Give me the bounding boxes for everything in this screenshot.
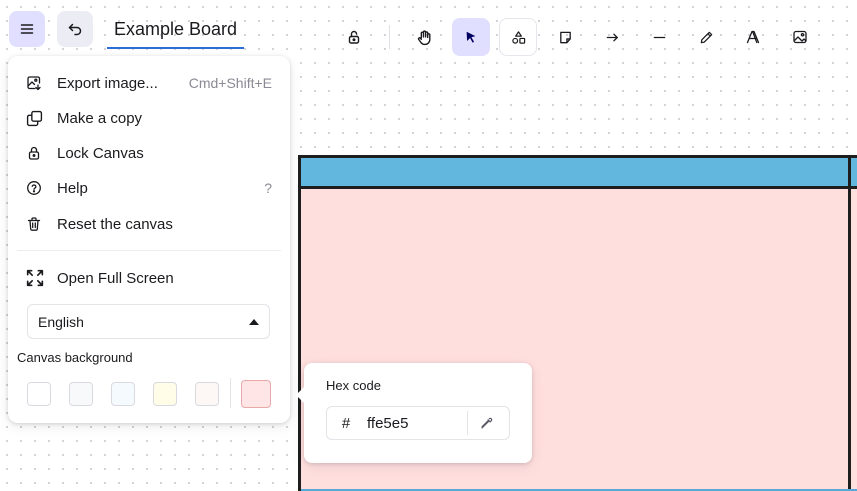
hex-code-input[interactable] bbox=[361, 414, 463, 432]
tool-bar bbox=[335, 17, 828, 57]
fullscreen-icon bbox=[26, 269, 48, 287]
menu-item-label: Make a copy bbox=[57, 109, 143, 127]
undo-icon bbox=[67, 21, 83, 37]
background-swatch-light-gray[interactable] bbox=[69, 382, 93, 406]
menu-item-label: Reset the canvas bbox=[57, 215, 173, 233]
background-swatch-white[interactable] bbox=[27, 382, 51, 406]
text-icon bbox=[745, 29, 761, 45]
background-swatch-light-blue[interactable] bbox=[111, 382, 135, 406]
menu-item-shortcut: ? bbox=[264, 180, 272, 196]
line-icon bbox=[652, 30, 667, 45]
hamburger-icon bbox=[19, 21, 35, 37]
hex-hash-prefix: # bbox=[341, 414, 351, 432]
line-tool-button[interactable] bbox=[640, 18, 678, 56]
help-circle-icon bbox=[26, 180, 48, 196]
shapes-icon bbox=[511, 30, 526, 45]
pencil-tool-button[interactable] bbox=[687, 18, 725, 56]
menu-item-reset-canvas[interactable]: Reset the canvas bbox=[26, 209, 272, 239]
hand-icon bbox=[416, 29, 433, 46]
menu-item-label: Lock Canvas bbox=[57, 144, 144, 162]
hex-code-field: # bbox=[326, 406, 510, 440]
menu-item-label: Open Full Screen bbox=[57, 269, 174, 287]
menu-item-help[interactable]: Help ? bbox=[26, 173, 272, 203]
shapes-tool-button[interactable] bbox=[499, 18, 537, 56]
image-tool-button[interactable] bbox=[781, 18, 819, 56]
menu-item-export-image[interactable]: Export image... Cmd+Shift+E bbox=[26, 68, 272, 98]
hand-tool-button[interactable] bbox=[405, 18, 443, 56]
background-swatch-light-yellow[interactable] bbox=[153, 382, 177, 406]
menu-item-open-full-screen[interactable]: Open Full Screen bbox=[26, 263, 272, 293]
trash-icon bbox=[26, 216, 48, 232]
main-menu-dropdown: Export image... Cmd+Shift+E Make a copy … bbox=[8, 56, 290, 423]
board-title-input[interactable]: Example Board bbox=[107, 11, 244, 49]
popover-arrow bbox=[296, 387, 304, 403]
language-select-value: English bbox=[38, 313, 84, 330]
background-swatch-custom-selected[interactable] bbox=[241, 380, 271, 408]
hex-code-popover: Hex code # bbox=[296, 363, 532, 463]
sticky-note-icon bbox=[558, 30, 573, 45]
pencil-icon bbox=[699, 30, 714, 45]
lock-icon bbox=[26, 145, 48, 161]
menu-item-label: Help bbox=[57, 179, 88, 197]
cursor-arrow-icon bbox=[464, 30, 478, 44]
arrow-tool-button[interactable] bbox=[593, 18, 631, 56]
main-menu-button[interactable] bbox=[9, 11, 45, 47]
undo-button[interactable] bbox=[57, 11, 93, 47]
text-tool-button[interactable] bbox=[734, 18, 772, 56]
canvas-frame-divider bbox=[848, 155, 851, 491]
language-select[interactable]: English bbox=[27, 304, 270, 339]
menu-item-make-a-copy[interactable]: Make a copy bbox=[26, 103, 272, 133]
canvas-frame-header[interactable] bbox=[301, 158, 857, 189]
menu-item-label: Export image... bbox=[57, 74, 158, 92]
sticky-note-tool-button[interactable] bbox=[546, 18, 584, 56]
eyedropper-icon bbox=[480, 417, 493, 430]
toolbar-separator bbox=[389, 25, 390, 49]
arrow-right-icon bbox=[605, 30, 620, 45]
export-image-icon bbox=[26, 75, 48, 91]
hex-code-label: Hex code bbox=[326, 378, 381, 393]
background-swatch-light-pink[interactable] bbox=[195, 382, 219, 406]
lock-open-icon bbox=[346, 29, 362, 45]
swatch-separator bbox=[230, 378, 231, 408]
menu-item-shortcut: Cmd+Shift+E bbox=[188, 75, 272, 91]
eyedropper-button[interactable] bbox=[468, 417, 504, 430]
menu-divider bbox=[17, 250, 281, 251]
caret-up-icon bbox=[249, 318, 259, 325]
image-icon bbox=[792, 29, 808, 45]
canvas-background-label: Canvas background bbox=[17, 350, 133, 365]
selection-tool-button[interactable] bbox=[452, 18, 490, 56]
copy-icon bbox=[26, 110, 48, 127]
lock-tool-button[interactable] bbox=[335, 18, 373, 56]
menu-item-lock-canvas[interactable]: Lock Canvas bbox=[26, 138, 272, 168]
